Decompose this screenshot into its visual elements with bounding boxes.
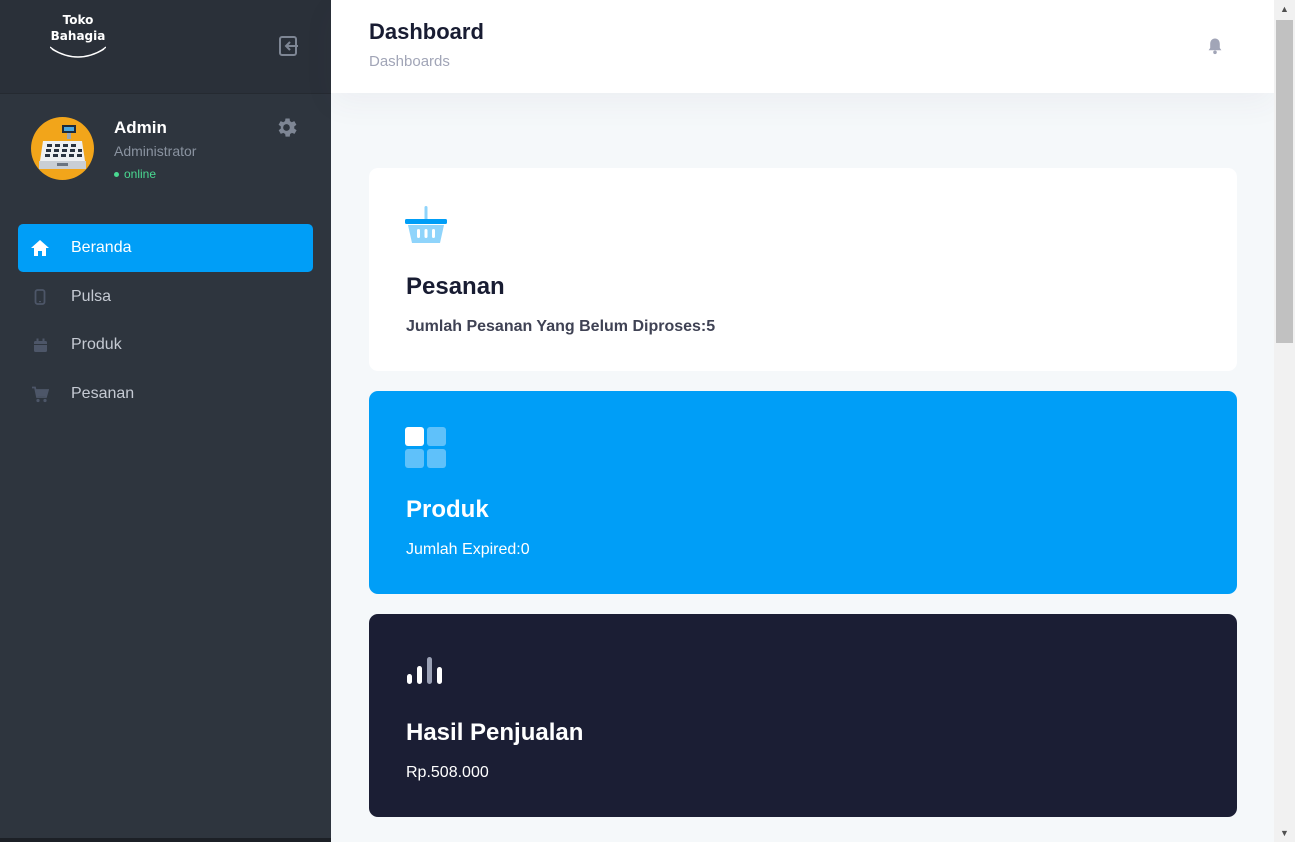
sidebar: Toko Bahagia Admin Administrator online …: [0, 0, 331, 842]
sidebar-item-pulsa[interactable]: Pulsa: [18, 273, 313, 321]
grid-icon: [405, 427, 447, 469]
status-label: online: [124, 167, 157, 181]
status-dot-icon: [114, 171, 119, 177]
produk-card[interactable]: Produk Jumlah Expired:0: [369, 391, 1237, 594]
dashboard-cards: Pesanan Jumlah Pesanan Yang Belum Dipros…: [369, 168, 1237, 837]
scroll-down-arrow-icon[interactable]: ▼: [1274, 824, 1295, 842]
card-title: Produk: [406, 496, 489, 523]
scroll-thumb[interactable]: [1276, 20, 1293, 343]
home-icon: [30, 238, 50, 258]
phone-icon: [30, 287, 50, 307]
brand-line-1: Toko: [62, 13, 94, 27]
top-header: Dashboard Dashboards: [331, 0, 1274, 93]
sidebar-collapse-icon[interactable]: [278, 35, 300, 57]
page-scrollbar[interactable]: ▲ ▼: [1274, 0, 1295, 842]
brand-line-2: Bahagia: [50, 29, 106, 43]
sidebar-item-label: Beranda: [71, 239, 132, 256]
sidebar-header: Toko Bahagia: [0, 0, 331, 94]
sidebar-item-label: Produk: [71, 336, 122, 354]
cash-register-icon: [39, 125, 86, 169]
calendar-icon: [30, 335, 50, 355]
page-title: Dashboard: [369, 19, 484, 44]
pesanan-card[interactable]: Pesanan Jumlah Pesanan Yang Belum Dipros…: [369, 168, 1237, 371]
sidebar-footer-bar: [0, 838, 331, 842]
sidebar-item-produk[interactable]: Produk: [18, 321, 313, 369]
brand-logo[interactable]: Toko Bahagia: [46, 12, 110, 62]
profile-name: Admin: [114, 118, 167, 137]
card-description: Jumlah Pesanan Yang Belum Diproses:5: [406, 318, 716, 335]
sidebar-menu: Beranda Pulsa Produk Pesanan: [18, 224, 313, 419]
profile-role: Administrator: [114, 143, 197, 159]
online-status: online: [114, 167, 156, 181]
avatar[interactable]: [31, 117, 94, 180]
smile-icon: [50, 46, 106, 58]
card-description: Rp.508.000: [406, 764, 489, 781]
basket-icon: [405, 204, 447, 246]
card-description: Jumlah Expired:0: [406, 541, 530, 558]
sidebar-item-pesanan[interactable]: Pesanan: [18, 370, 313, 418]
hasil-penjualan-card[interactable]: Hasil Penjualan Rp.508.000: [369, 614, 1237, 817]
cart-icon: [30, 384, 50, 404]
bar-chart-icon: [405, 650, 447, 692]
breadcrumb: Dashboards: [369, 53, 450, 70]
bell-icon[interactable]: [1205, 36, 1225, 56]
card-title: Pesanan: [406, 273, 505, 300]
sidebar-item-label: Pesanan: [71, 385, 135, 403]
card-title: Hasil Penjualan: [406, 719, 584, 746]
user-profile: Admin Administrator online: [0, 94, 331, 204]
sidebar-item-beranda[interactable]: Beranda: [18, 224, 313, 272]
scroll-up-arrow-icon[interactable]: ▲: [1274, 0, 1295, 18]
gear-icon[interactable]: [274, 115, 299, 140]
sidebar-item-label: Pulsa: [71, 287, 112, 305]
